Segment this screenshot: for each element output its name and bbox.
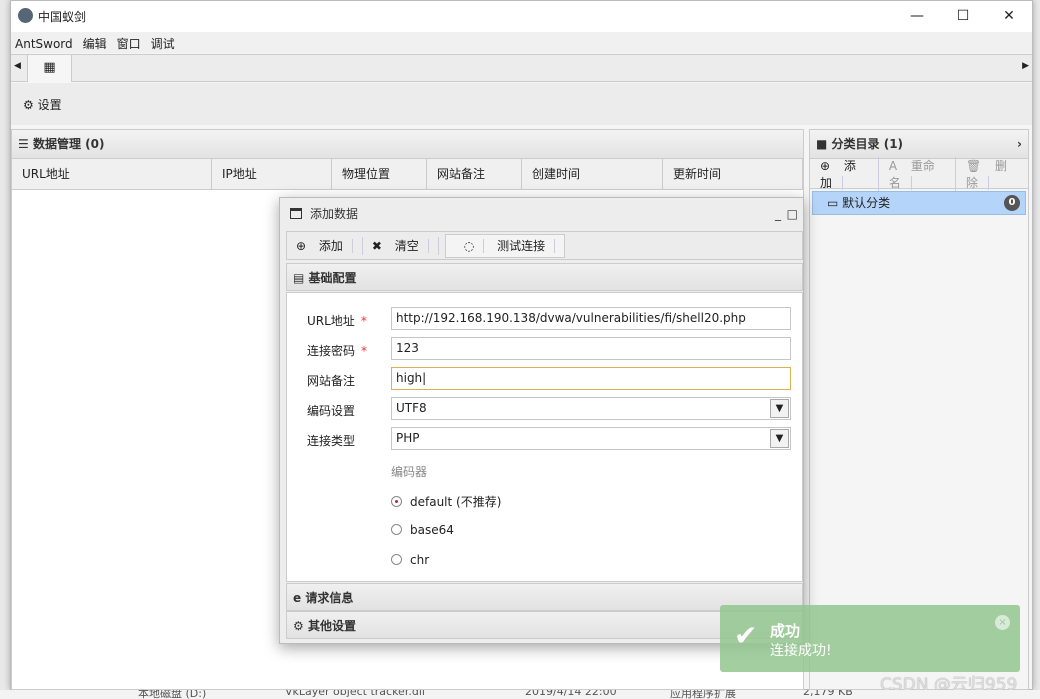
delete-category-button[interactable]: 🗑 删除: [956, 157, 1028, 191]
category-label: 默认分类: [842, 196, 891, 210]
column-created[interactable]: 创建时间: [522, 159, 663, 189]
add-data-dialog: 添加数据 _ □ ⊕ 添加 ✖ 清空 ◌ 测试连接 ▤ 基础配置 URL地址 * …: [279, 197, 804, 644]
note-label: 网站备注: [307, 374, 356, 388]
encoder-default-radio[interactable]: default (不推荐): [391, 493, 501, 510]
category-panel-header: ■ 分类目录 (1) ›: [810, 130, 1028, 159]
toolbar: ⚙ 设置: [11, 83, 1032, 125]
close-toast-button[interactable]: ×: [995, 615, 1010, 630]
rename-label: 重命名: [888, 158, 935, 190]
basic-config-form: URL地址 * http://192.168.190.138/dvwa/vulne…: [286, 292, 803, 582]
test-connection-button[interactable]: ◌ 测试连接: [444, 233, 566, 258]
dialog-header: 添加数据 _ □: [280, 198, 803, 230]
background-explorer: 本地磁盘 (D:) VkLayer object tracker.dll 201…: [0, 690, 1040, 699]
chevron-right-icon[interactable]: ›: [1017, 130, 1022, 159]
menu-edit[interactable]: 编辑: [79, 32, 113, 52]
add-category-button[interactable]: ⊕ 添加: [810, 156, 879, 191]
category-panel-title: 分类目录 (1): [831, 137, 904, 151]
bg-file: VkLayer object tracker.dll: [285, 690, 425, 698]
document-icon: ▤: [293, 271, 305, 285]
data-panel-header: ☰ 数据管理 (0): [12, 130, 803, 159]
password-input[interactable]: 123: [391, 337, 791, 360]
table-header: URL地址 IP地址 物理位置 网站备注 创建时间 更新时间: [12, 159, 803, 190]
column-note[interactable]: 网站备注: [427, 159, 522, 189]
toast-title: 成功: [770, 622, 801, 640]
encoder-base64-radio[interactable]: base64: [391, 523, 454, 537]
chevron-down-icon: ▼: [770, 429, 789, 448]
title-bar: 中国蚁剑 — ☐ ✕: [11, 1, 1032, 32]
menu-antsword[interactable]: AntSword: [11, 34, 79, 51]
type-label: 连接类型: [307, 434, 356, 448]
close-button[interactable]: ✕: [986, 1, 1032, 32]
url-input[interactable]: http://192.168.190.138/dvwa/vulnerabilit…: [391, 307, 791, 330]
scroll-right-icon[interactable]: ▶: [1022, 61, 1029, 71]
encoder-chr-radio[interactable]: chr: [391, 553, 429, 567]
grid-icon: ▦: [43, 60, 56, 75]
maximize-button[interactable]: ☐: [940, 1, 986, 32]
checkmark-icon: ✔: [734, 619, 758, 652]
toast-message: 连接成功!: [770, 643, 832, 659]
folder-outline-icon: ▭: [827, 196, 839, 210]
gears-icon: ⚙: [293, 619, 304, 633]
menu-bar: AntSword 编辑 窗口 调试: [11, 32, 1032, 53]
encoding-label: 编码设置: [307, 404, 356, 418]
encoding-select[interactable]: UTF8 ▼: [391, 397, 791, 420]
basic-config-title: 基础配置: [308, 271, 357, 285]
password-label: 连接密码 *: [307, 344, 368, 358]
success-toast: ✔ 成功 连接成功! ×: [720, 605, 1020, 672]
dialog-title: 添加数据: [310, 207, 359, 221]
column-url[interactable]: URL地址: [12, 159, 212, 189]
app-logo-icon: [18, 8, 33, 23]
menu-window[interactable]: 窗口: [113, 32, 147, 52]
window-icon: [290, 208, 302, 219]
minimize-button[interactable]: —: [894, 1, 940, 32]
tab-home[interactable]: ▦: [27, 55, 72, 82]
add-button[interactable]: ⊕ 添加: [287, 236, 363, 255]
test-label: 测试连接: [488, 238, 556, 253]
category-toolbar: ⊕ 添加 A 重命名 🗑 删除: [810, 156, 1028, 191]
column-location[interactable]: 物理位置: [332, 159, 427, 189]
spinner-icon: ◌: [454, 238, 485, 253]
gear-icon: ⚙: [23, 98, 34, 112]
clear-button[interactable]: ✖ 清空: [363, 236, 439, 255]
menu-debug[interactable]: 调试: [147, 32, 181, 52]
other-settings-title: 其他设置: [307, 619, 356, 633]
delete-label: 删除: [965, 158, 1008, 190]
ie-icon: e: [293, 591, 302, 605]
chevron-down-icon: ▼: [770, 399, 789, 418]
rename-category-button[interactable]: A 重命名: [879, 156, 956, 191]
clear-label: 清空: [385, 238, 429, 253]
bg-drive: 本地磁盘 (D:): [138, 690, 207, 699]
url-label: URL地址 *: [307, 314, 367, 328]
settings-button[interactable]: ⚙ 设置: [23, 96, 62, 113]
scroll-left-icon[interactable]: ◀: [14, 61, 21, 71]
request-info-title: 请求信息: [305, 591, 354, 605]
folder-icon: ■: [816, 137, 828, 151]
type-select[interactable]: PHP ▼: [391, 427, 791, 450]
settings-label: 设置: [37, 98, 62, 112]
data-panel-title: 数据管理 (0): [32, 137, 105, 151]
add-label: 添加: [309, 238, 353, 253]
column-updated[interactable]: 更新时间: [663, 159, 803, 189]
note-input[interactable]: high|: [391, 367, 791, 390]
dialog-maximize-button[interactable]: □: [787, 198, 798, 230]
bg-size: 2,179 KB: [803, 690, 853, 698]
tab-bar: ◀ ▦ ▶: [11, 54, 1032, 82]
dialog-toolbar: ⊕ 添加 ✖ 清空 ◌ 测试连接: [286, 231, 803, 260]
window-title: 中国蚁剑: [38, 10, 87, 24]
dialog-minimize-button[interactable]: _: [775, 198, 781, 230]
list-icon: ☰: [18, 137, 29, 151]
encoder-label: 编码器: [391, 465, 428, 479]
basic-config-section[interactable]: ▤ 基础配置: [286, 263, 803, 291]
bg-date: 2019/4/14 22:00: [525, 690, 617, 698]
bg-type: 应用程序扩展: [670, 690, 736, 699]
column-ip[interactable]: IP地址: [212, 159, 332, 189]
count-badge: 0: [1004, 195, 1020, 211]
category-item[interactable]: ▭ 默认分类 0: [812, 191, 1026, 215]
add-label: 添加: [820, 158, 856, 190]
